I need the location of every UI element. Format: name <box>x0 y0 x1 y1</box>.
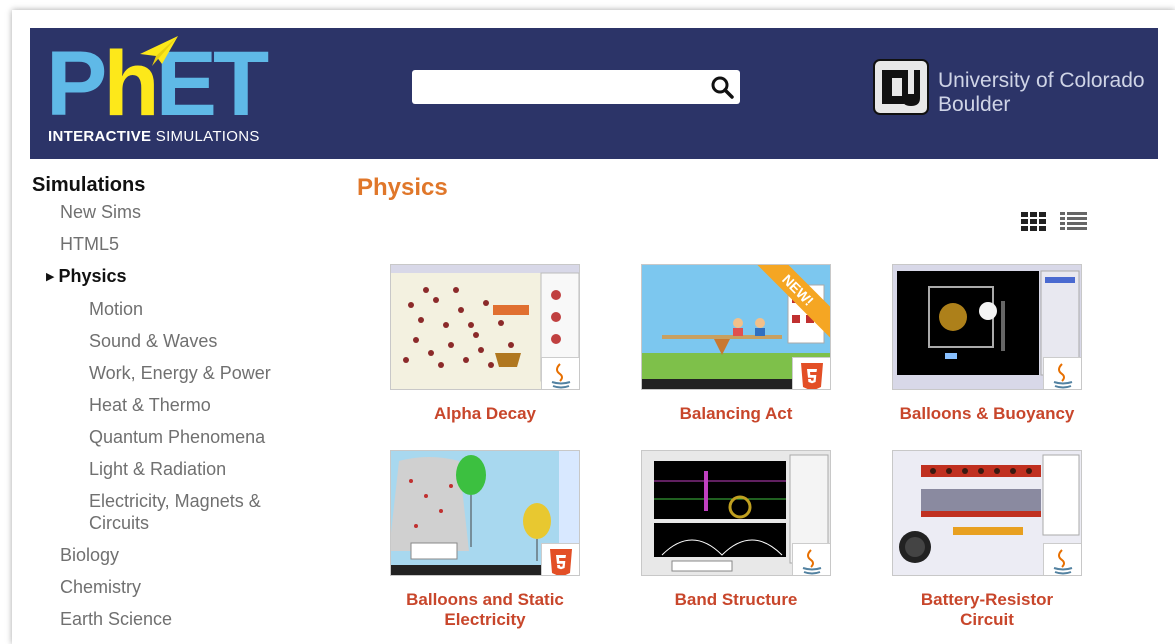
phet-logo[interactable]: PhET INTERACTIVE SIMULATIONS <box>46 34 286 149</box>
java-badge <box>541 357 579 389</box>
search-input[interactable] <box>412 70 740 104</box>
sim-thumbnail[interactable]: NEW! <box>641 264 831 390</box>
java-badge <box>792 543 830 575</box>
university-name: University of Colorado Boulder <box>938 69 1145 116</box>
sim-card-balancing-act[interactable]: NEW! Balancing Act <box>641 264 831 424</box>
university-logo[interactable]: University of Colorado Boulder <box>872 58 1162 128</box>
java-icon <box>551 363 571 389</box>
sidebar-item-light-radiation[interactable]: Light & Radiation <box>89 458 332 480</box>
list-view-button[interactable] <box>1060 210 1088 239</box>
sidebar-item-motion[interactable]: Motion <box>89 298 332 320</box>
search-icon <box>711 76 734 99</box>
sim-thumbnail[interactable] <box>390 450 580 576</box>
java-icon <box>1053 549 1073 575</box>
sidebar-item-earth-science[interactable]: Earth Science <box>60 608 332 630</box>
grid-view-button[interactable] <box>1020 210 1048 239</box>
sim-title[interactable]: Balloons and Static Electricity <box>390 590 580 630</box>
sim-thumbnail[interactable] <box>892 450 1082 576</box>
sim-title[interactable]: Balloons & Buoyancy <box>892 404 1082 424</box>
html5-badge <box>792 357 830 389</box>
sim-card-alpha-decay[interactable]: Alpha Decay <box>390 264 580 424</box>
sim-title[interactable]: Balancing Act <box>641 404 831 424</box>
sidebar-item-physics[interactable]: ▶ Physics <box>46 265 332 288</box>
sidebar-item-sound-waves[interactable]: Sound & Waves <box>89 330 332 352</box>
cu-logo-icon <box>873 59 929 115</box>
sidebar-item-heat-thermo[interactable]: Heat & Thermo <box>89 394 332 416</box>
sim-card-band-structure[interactable]: Band Structure <box>641 450 831 610</box>
sidebar-title: Simulations <box>32 174 146 196</box>
html5-icon <box>801 363 823 389</box>
list-view-icon <box>1060 212 1087 230</box>
search-button[interactable] <box>706 72 738 102</box>
paper-plane-icon <box>140 36 178 66</box>
java-icon <box>802 549 822 575</box>
page-title: Physics <box>357 174 448 201</box>
logo-subtitle: INTERACTIVE SIMULATIONS <box>48 128 260 145</box>
java-icon <box>1053 363 1073 389</box>
sim-title[interactable]: Battery-Resistor Circuit <box>892 590 1082 630</box>
sidebar-item-new-sims[interactable]: New Sims <box>60 201 332 223</box>
html5-badge <box>541 543 579 575</box>
sidebar-item-quantum-phenomena[interactable]: Quantum Phenomena <box>89 426 332 448</box>
sidebar-item-electricity-magnets-circuits[interactable]: Electricity, Magnets & Circuits <box>89 490 332 534</box>
sim-thumbnail[interactable] <box>390 264 580 390</box>
sim-card-battery-resistor-circuit[interactable]: Battery-Resistor Circuit <box>892 450 1082 630</box>
sim-title[interactable]: Band Structure <box>641 590 831 610</box>
sim-thumbnail[interactable] <box>641 450 831 576</box>
site-header: PhET INTERACTIVE SIMULATIONS University … <box>30 28 1158 159</box>
java-badge <box>1043 543 1081 575</box>
java-badge <box>1043 357 1081 389</box>
grid-view-icon <box>1021 212 1046 231</box>
sidebar: Simulations New Sims HTML5 ▶ Physics Moti… <box>32 174 332 640</box>
sidebar-item-chemistry[interactable]: Chemistry <box>60 576 332 598</box>
sidebar-item-biology[interactable]: Biology <box>60 544 332 566</box>
html5-icon <box>550 549 572 575</box>
caret-right-icon: ▶ <box>46 271 55 283</box>
sim-title[interactable]: Alpha Decay <box>390 404 580 424</box>
sim-card-balloons-static-electricity[interactable]: Balloons and Static Electricity <box>390 450 580 630</box>
sim-thumbnail[interactable] <box>892 264 1082 390</box>
sidebar-item-html5[interactable]: HTML5 <box>60 233 332 255</box>
sidebar-item-work-energy-power[interactable]: Work, Energy & Power <box>89 362 332 384</box>
sim-card-balloons-buoyancy[interactable]: Balloons & Buoyancy <box>892 264 1082 424</box>
